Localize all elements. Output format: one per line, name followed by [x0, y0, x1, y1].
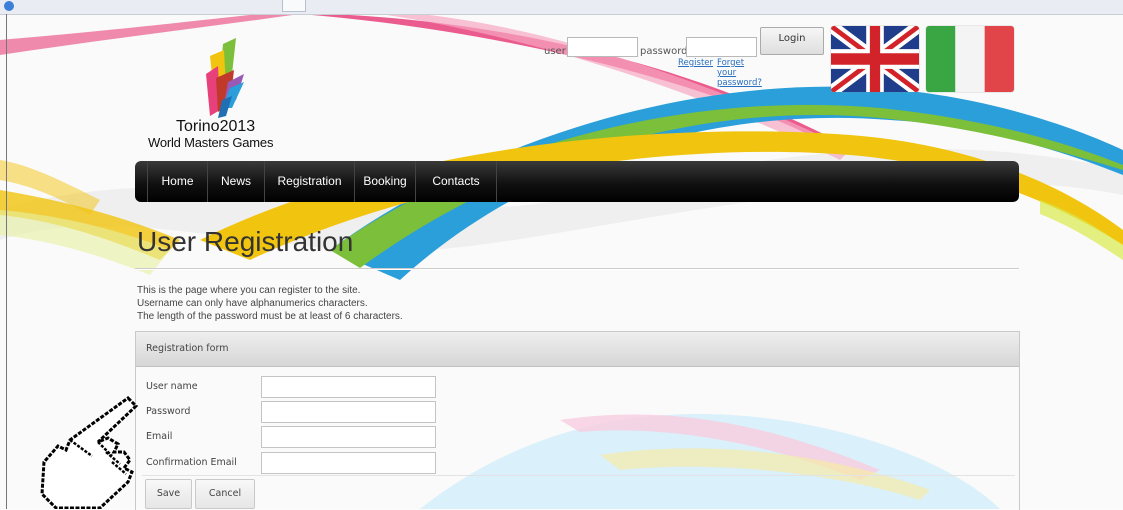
intro-line: This is the page where you can register …: [137, 285, 361, 296]
logo-subtitle: World Masters Games: [148, 135, 274, 150]
form-heading: Registration form: [136, 332, 1019, 367]
nav-item-news[interactable]: News: [208, 161, 264, 202]
form-divider: [142, 475, 1015, 476]
confirmation-email-label: Confirmation Email: [146, 457, 237, 468]
intro-line: The length of the password must be at le…: [137, 311, 403, 322]
italy-flag-icon[interactable]: [926, 26, 1014, 92]
user-input[interactable]: [567, 37, 638, 57]
registration-form: Registration form User name Password Ema…: [135, 331, 1020, 510]
forgot-password-link[interactable]: Forget your password?: [717, 58, 762, 88]
nav-item-registration[interactable]: Registration: [265, 161, 354, 202]
logo-title: Torino2013: [176, 118, 256, 135]
browser-tab[interactable]: [282, 0, 306, 12]
browser-icon: [4, 1, 14, 11]
username-input[interactable]: [261, 376, 436, 398]
browser-top-strip: [0, 0, 1123, 15]
cancel-button[interactable]: Cancel: [195, 479, 255, 509]
window-border: [6, 14, 7, 509]
password-label: password: [640, 46, 688, 57]
page-title: User Registration: [137, 226, 354, 257]
main-nav: Home News Registration Booking Contacts: [135, 161, 1019, 202]
password-input[interactable]: [686, 37, 757, 57]
login-button[interactable]: Login: [760, 27, 824, 55]
password-label: Password: [146, 406, 191, 417]
username-label: User name: [146, 381, 198, 392]
user-label: user: [544, 46, 566, 57]
nav-separator: [496, 161, 497, 202]
nav-item-contacts[interactable]: Contacts: [416, 161, 496, 202]
email-label: Email: [146, 431, 173, 442]
nav-item-booking[interactable]: Booking: [355, 161, 415, 202]
confirmation-email-input[interactable]: [261, 452, 436, 474]
password-input[interactable]: [261, 401, 436, 423]
uk-flag-icon[interactable]: [831, 26, 919, 92]
title-divider: [135, 268, 1019, 269]
email-input[interactable]: [261, 426, 436, 448]
hand-cursor-icon: [40, 396, 139, 509]
intro-line: Username can only have alphanumerics cha…: [137, 298, 368, 309]
register-link[interactable]: Register: [678, 58, 713, 68]
nav-item-home[interactable]: Home: [148, 161, 207, 202]
save-button[interactable]: Save: [145, 479, 192, 509]
